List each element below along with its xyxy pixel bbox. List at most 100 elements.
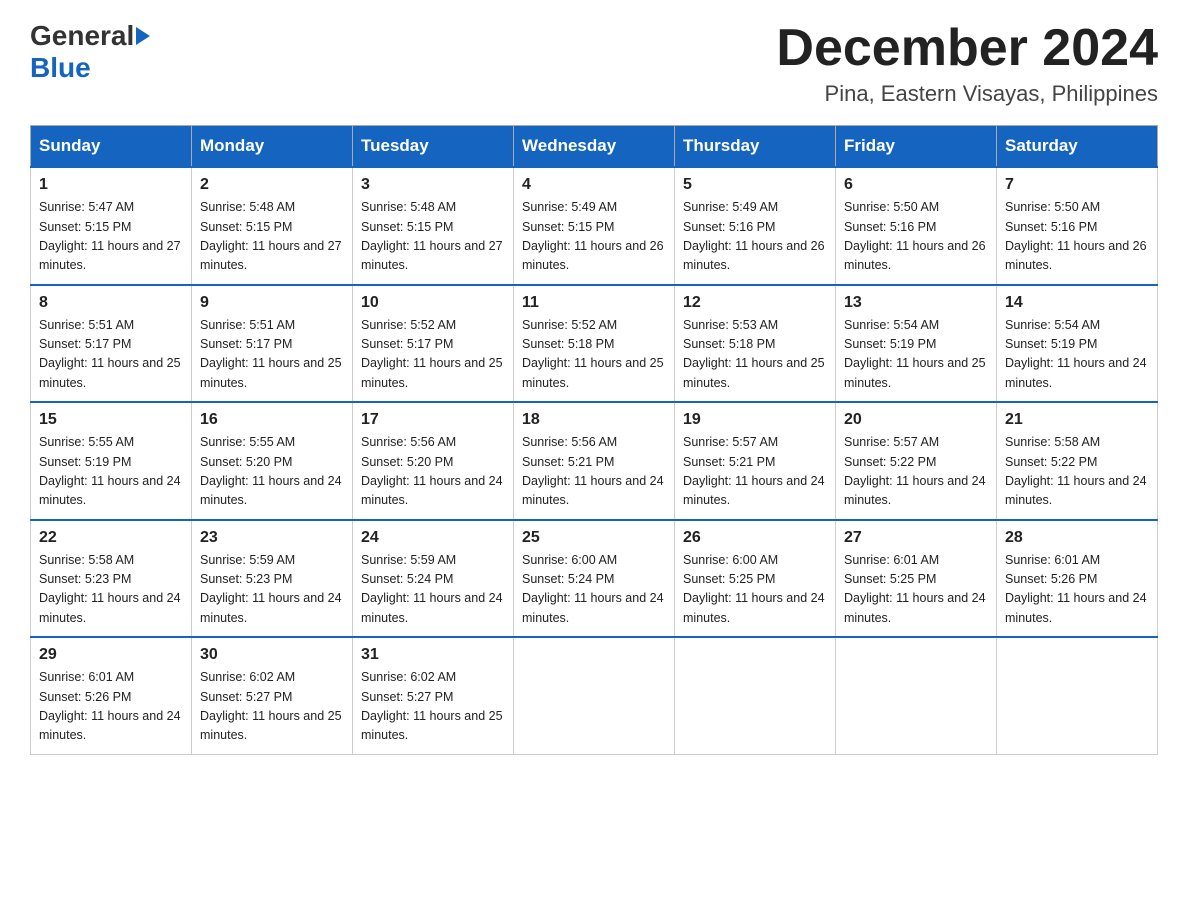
day-info: Sunrise: 5:56 AM Sunset: 5:21 PM Dayligh…: [522, 433, 666, 511]
table-row: [514, 637, 675, 754]
day-info: Sunrise: 5:55 AM Sunset: 5:20 PM Dayligh…: [200, 433, 344, 511]
day-info: Sunrise: 6:01 AM Sunset: 5:26 PM Dayligh…: [1005, 551, 1149, 629]
calendar-week-row: 22 Sunrise: 5:58 AM Sunset: 5:23 PM Dayl…: [31, 520, 1158, 638]
day-info: Sunrise: 6:01 AM Sunset: 5:25 PM Dayligh…: [844, 551, 988, 629]
table-row: 10 Sunrise: 5:52 AM Sunset: 5:17 PM Dayl…: [353, 285, 514, 403]
day-info: Sunrise: 5:52 AM Sunset: 5:17 PM Dayligh…: [361, 316, 505, 394]
day-number: 18: [522, 411, 666, 429]
day-number: 15: [39, 411, 183, 429]
day-number: 21: [1005, 411, 1149, 429]
page-header: General Blue December 2024 Pina, Eastern…: [30, 20, 1158, 107]
day-number: 24: [361, 529, 505, 547]
table-row: 19 Sunrise: 5:57 AM Sunset: 5:21 PM Dayl…: [675, 402, 836, 520]
table-row: 24 Sunrise: 5:59 AM Sunset: 5:24 PM Dayl…: [353, 520, 514, 638]
table-row: 15 Sunrise: 5:55 AM Sunset: 5:19 PM Dayl…: [31, 402, 192, 520]
day-info: Sunrise: 5:51 AM Sunset: 5:17 PM Dayligh…: [39, 316, 183, 394]
table-row: 30 Sunrise: 6:02 AM Sunset: 5:27 PM Dayl…: [192, 637, 353, 754]
table-row: [675, 637, 836, 754]
logo-arrow-icon: [136, 27, 150, 45]
day-number: 27: [844, 529, 988, 547]
day-number: 26: [683, 529, 827, 547]
day-info: Sunrise: 6:00 AM Sunset: 5:24 PM Dayligh…: [522, 551, 666, 629]
calendar-table: Sunday Monday Tuesday Wednesday Thursday…: [30, 125, 1158, 755]
calendar-week-row: 15 Sunrise: 5:55 AM Sunset: 5:19 PM Dayl…: [31, 402, 1158, 520]
day-info: Sunrise: 5:53 AM Sunset: 5:18 PM Dayligh…: [683, 316, 827, 394]
calendar-week-row: 8 Sunrise: 5:51 AM Sunset: 5:17 PM Dayli…: [31, 285, 1158, 403]
day-number: 8: [39, 294, 183, 312]
table-row: 8 Sunrise: 5:51 AM Sunset: 5:17 PM Dayli…: [31, 285, 192, 403]
calendar-header-row: Sunday Monday Tuesday Wednesday Thursday…: [31, 126, 1158, 168]
table-row: 7 Sunrise: 5:50 AM Sunset: 5:16 PM Dayli…: [997, 167, 1158, 285]
location-subtitle: Pina, Eastern Visayas, Philippines: [776, 81, 1158, 107]
table-row: 4 Sunrise: 5:49 AM Sunset: 5:15 PM Dayli…: [514, 167, 675, 285]
day-number: 20: [844, 411, 988, 429]
day-info: Sunrise: 5:59 AM Sunset: 5:23 PM Dayligh…: [200, 551, 344, 629]
day-number: 1: [39, 176, 183, 194]
table-row: 2 Sunrise: 5:48 AM Sunset: 5:15 PM Dayli…: [192, 167, 353, 285]
table-row: 23 Sunrise: 5:59 AM Sunset: 5:23 PM Dayl…: [192, 520, 353, 638]
table-row: 28 Sunrise: 6:01 AM Sunset: 5:26 PM Dayl…: [997, 520, 1158, 638]
table-row: 11 Sunrise: 5:52 AM Sunset: 5:18 PM Dayl…: [514, 285, 675, 403]
day-info: Sunrise: 5:50 AM Sunset: 5:16 PM Dayligh…: [1005, 198, 1149, 276]
day-info: Sunrise: 5:58 AM Sunset: 5:22 PM Dayligh…: [1005, 433, 1149, 511]
day-number: 31: [361, 646, 505, 664]
day-number: 16: [200, 411, 344, 429]
table-row: 1 Sunrise: 5:47 AM Sunset: 5:15 PM Dayli…: [31, 167, 192, 285]
day-number: 25: [522, 529, 666, 547]
table-row: 3 Sunrise: 5:48 AM Sunset: 5:15 PM Dayli…: [353, 167, 514, 285]
calendar-week-row: 1 Sunrise: 5:47 AM Sunset: 5:15 PM Dayli…: [31, 167, 1158, 285]
day-number: 3: [361, 176, 505, 194]
logo-general-text: General: [30, 20, 134, 52]
day-info: Sunrise: 5:58 AM Sunset: 5:23 PM Dayligh…: [39, 551, 183, 629]
table-row: 6 Sunrise: 5:50 AM Sunset: 5:16 PM Dayli…: [836, 167, 997, 285]
day-info: Sunrise: 5:51 AM Sunset: 5:17 PM Dayligh…: [200, 316, 344, 394]
logo: General Blue: [30, 20, 152, 84]
table-row: 22 Sunrise: 5:58 AM Sunset: 5:23 PM Dayl…: [31, 520, 192, 638]
table-row: [836, 637, 997, 754]
day-info: Sunrise: 5:55 AM Sunset: 5:19 PM Dayligh…: [39, 433, 183, 511]
day-info: Sunrise: 5:49 AM Sunset: 5:16 PM Dayligh…: [683, 198, 827, 276]
table-row: 5 Sunrise: 5:49 AM Sunset: 5:16 PM Dayli…: [675, 167, 836, 285]
day-number: 13: [844, 294, 988, 312]
title-block: December 2024 Pina, Eastern Visayas, Phi…: [776, 20, 1158, 107]
day-info: Sunrise: 5:54 AM Sunset: 5:19 PM Dayligh…: [1005, 316, 1149, 394]
day-info: Sunrise: 5:48 AM Sunset: 5:15 PM Dayligh…: [361, 198, 505, 276]
day-info: Sunrise: 5:56 AM Sunset: 5:20 PM Dayligh…: [361, 433, 505, 511]
day-number: 28: [1005, 529, 1149, 547]
table-row: 31 Sunrise: 6:02 AM Sunset: 5:27 PM Dayl…: [353, 637, 514, 754]
table-row: 12 Sunrise: 5:53 AM Sunset: 5:18 PM Dayl…: [675, 285, 836, 403]
table-row: 29 Sunrise: 6:01 AM Sunset: 5:26 PM Dayl…: [31, 637, 192, 754]
table-row: 9 Sunrise: 5:51 AM Sunset: 5:17 PM Dayli…: [192, 285, 353, 403]
logo-blue-text: Blue: [30, 52, 91, 84]
day-number: 30: [200, 646, 344, 664]
day-info: Sunrise: 5:54 AM Sunset: 5:19 PM Dayligh…: [844, 316, 988, 394]
table-row: 20 Sunrise: 5:57 AM Sunset: 5:22 PM Dayl…: [836, 402, 997, 520]
col-monday: Monday: [192, 126, 353, 168]
day-number: 14: [1005, 294, 1149, 312]
table-row: 16 Sunrise: 5:55 AM Sunset: 5:20 PM Dayl…: [192, 402, 353, 520]
day-number: 29: [39, 646, 183, 664]
day-number: 5: [683, 176, 827, 194]
day-number: 22: [39, 529, 183, 547]
day-info: Sunrise: 5:50 AM Sunset: 5:16 PM Dayligh…: [844, 198, 988, 276]
day-number: 6: [844, 176, 988, 194]
col-tuesday: Tuesday: [353, 126, 514, 168]
day-info: Sunrise: 6:02 AM Sunset: 5:27 PM Dayligh…: [361, 668, 505, 746]
day-info: Sunrise: 5:47 AM Sunset: 5:15 PM Dayligh…: [39, 198, 183, 276]
col-saturday: Saturday: [997, 126, 1158, 168]
col-friday: Friday: [836, 126, 997, 168]
day-info: Sunrise: 6:02 AM Sunset: 5:27 PM Dayligh…: [200, 668, 344, 746]
day-number: 9: [200, 294, 344, 312]
day-number: 23: [200, 529, 344, 547]
day-info: Sunrise: 5:57 AM Sunset: 5:21 PM Dayligh…: [683, 433, 827, 511]
day-number: 19: [683, 411, 827, 429]
day-number: 11: [522, 294, 666, 312]
day-number: 4: [522, 176, 666, 194]
table-row: 17 Sunrise: 5:56 AM Sunset: 5:20 PM Dayl…: [353, 402, 514, 520]
day-number: 17: [361, 411, 505, 429]
table-row: 13 Sunrise: 5:54 AM Sunset: 5:19 PM Dayl…: [836, 285, 997, 403]
table-row: [997, 637, 1158, 754]
table-row: 14 Sunrise: 5:54 AM Sunset: 5:19 PM Dayl…: [997, 285, 1158, 403]
table-row: 26 Sunrise: 6:00 AM Sunset: 5:25 PM Dayl…: [675, 520, 836, 638]
col-wednesday: Wednesday: [514, 126, 675, 168]
